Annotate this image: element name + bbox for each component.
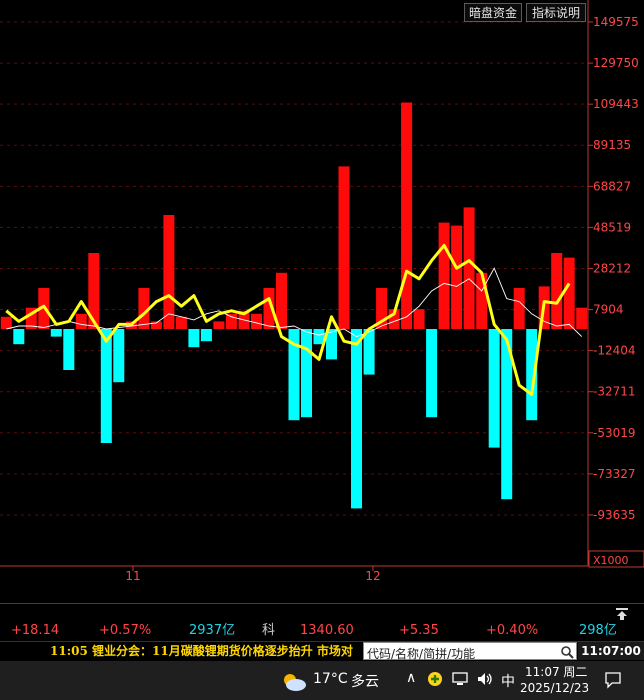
y-tick-label: 68827 [593, 179, 631, 193]
flow-bar [163, 215, 175, 329]
y-tick-label: 129750 [593, 56, 639, 70]
y-tick-label: 28212 [593, 261, 631, 275]
notification-icon[interactable] [604, 671, 622, 693]
flow-bar [476, 272, 488, 329]
news-ticker-text[interactable]: 11:05 锂业分会：11月碳酸锂期货价格逐步抬升 市场对 [50, 642, 353, 661]
flow-bar [513, 288, 525, 329]
collapse-panel-icon[interactable] [614, 606, 630, 620]
market-clock: 11:07:00 [578, 642, 644, 660]
flow-bar [438, 222, 450, 329]
flow-bar [451, 225, 463, 329]
flow-bar [75, 313, 87, 329]
weather-icon[interactable] [281, 672, 307, 696]
flow-bar [426, 329, 438, 418]
flow-bar [401, 102, 413, 329]
flow-bar [113, 329, 125, 383]
search-input[interactable] [364, 646, 558, 662]
flow-bar [338, 166, 350, 329]
y-tick-label: 149575 [593, 15, 639, 29]
y-tick-label: -32711 [593, 385, 636, 399]
flow-bar [63, 329, 75, 370]
flow-bar [301, 329, 312, 418]
taskbar-time[interactable]: 11:07 周二 [525, 663, 587, 680]
flow-bar [251, 313, 262, 329]
hidden-funds-button[interactable]: 暗盘资金 [464, 3, 522, 22]
sub-index-change-pct: +0.40% [486, 623, 539, 638]
flow-bar [413, 309, 425, 329]
network-icon[interactable] [452, 671, 468, 691]
panel-separator [0, 603, 644, 604]
x-tick-label: 11 [125, 569, 140, 583]
sub-index-volume: 298亿 [579, 623, 617, 638]
flow-bar [200, 329, 212, 342]
y-unit-label: X1000 [593, 554, 629, 567]
flow-bar [188, 329, 200, 348]
flow-bar [175, 316, 187, 329]
show-hidden-icons-chevron-icon[interactable]: ∧ [406, 670, 416, 686]
chart-svg: 149575 129750 109443 89135 68827 48519 28212 79… [0, 0, 644, 583]
windows-taskbar: 17°C 多云 ∧ 中 11:07 周二 2025/12/23 [0, 661, 644, 700]
flow-bar [0, 316, 12, 329]
y-tick-label: -53019 [593, 426, 636, 440]
turnover-volume: 2937亿 [189, 623, 236, 638]
y-tick-label: 48519 [593, 220, 631, 234]
taskbar-date[interactable]: 2025/12/23 [520, 681, 589, 695]
y-tick-label: -73327 [593, 467, 636, 481]
sub-index-name: 科 [262, 623, 276, 638]
flow-bar [563, 257, 575, 329]
flow-bar [50, 329, 62, 337]
y-tick-label: 89135 [593, 138, 631, 152]
flow-bar [351, 329, 362, 509]
sub-index-value: 1340.60 [300, 623, 354, 638]
flow-bar [488, 329, 500, 448]
indicator-help-button[interactable]: 指标说明 [526, 3, 586, 22]
weather-condition[interactable]: 多云 [351, 671, 379, 691]
weather-temperature[interactable]: 17°C [313, 671, 348, 687]
y-tick-label: -12404 [593, 344, 636, 358]
flow-bar [13, 329, 25, 345]
input-method-indicator[interactable]: 中 [501, 671, 515, 691]
index-change: +18.14 [11, 623, 60, 638]
flow-bar [551, 253, 563, 329]
index-change-pct: +0.57% [99, 623, 152, 638]
fund-flow-chart: 149575 129750 109443 89135 68827 48519 28212 79… [0, 0, 644, 604]
flow-bar [576, 307, 588, 329]
y-tick-label: 7904 [593, 303, 624, 317]
flow-bar [225, 313, 237, 329]
market-stats-row: +18.14 +0.57% 2937亿 科 1340.60 +5.35 +0.4… [0, 621, 644, 641]
sub-index-change: +5.35 [399, 623, 439, 638]
y-tick-label: -93635 [593, 508, 636, 522]
x-tick-label: 12 [365, 569, 380, 583]
search-box[interactable] [363, 642, 577, 662]
flow-bar [213, 321, 225, 329]
volume-icon[interactable] [476, 671, 494, 691]
flow-bar [100, 329, 112, 443]
flow-bar [463, 207, 475, 329]
app-tray-icon[interactable] [427, 671, 443, 691]
y-tick-label: 109443 [593, 97, 639, 111]
